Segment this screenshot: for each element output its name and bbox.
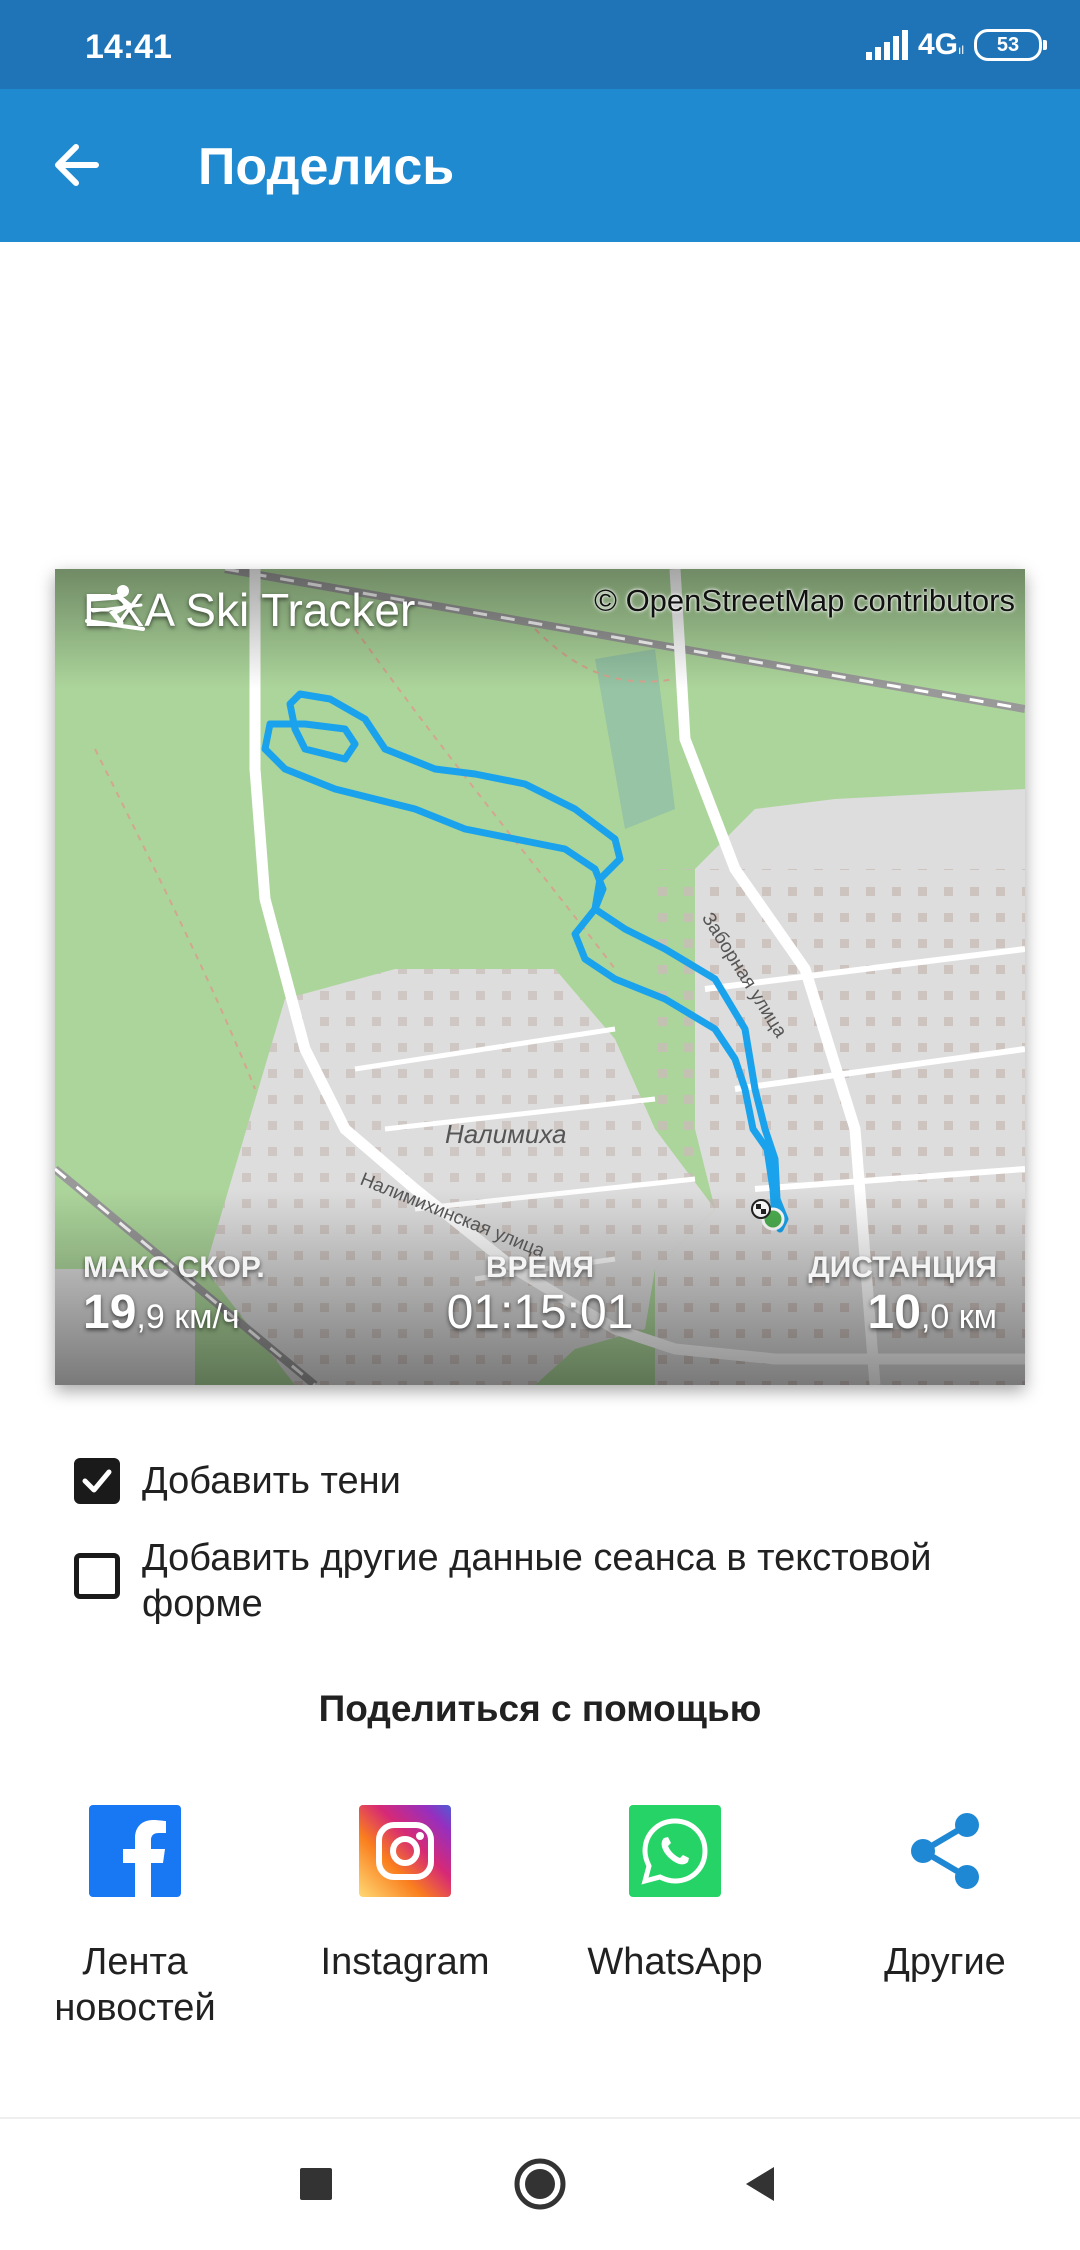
share-section-title: Поделиться с помощью xyxy=(318,1688,762,1729)
share-other-button[interactable]: Другие xyxy=(810,1805,1080,2031)
arrow-left-icon xyxy=(55,144,99,186)
back-nav-button[interactable] xyxy=(725,2149,795,2219)
checkmark-icon xyxy=(82,1469,112,1493)
share-icon xyxy=(899,1805,991,1897)
option-label: Добавить тени xyxy=(142,1460,401,1502)
back-button[interactable] xyxy=(46,135,106,195)
stat-value: 10,0 км xyxy=(867,1286,997,1339)
home-button[interactable] xyxy=(505,2149,575,2219)
page-title: Поделись xyxy=(198,138,455,196)
battery-level: 53 xyxy=(996,33,1020,56)
share-whatsapp-button[interactable]: WhatsApp xyxy=(540,1805,810,2031)
share-targets: Лента новостей Instagram WhatsApp Другие xyxy=(0,1805,1080,2031)
skier-icon xyxy=(85,585,145,631)
stat-time: ВРЕМЯ 01:15:01 xyxy=(445,1251,635,1340)
status-bar: 14:41 4Gıl 53 xyxy=(0,0,1080,89)
whatsapp-icon xyxy=(629,1805,721,1897)
share-target-label: WhatsApp xyxy=(587,1941,763,1983)
home-circle-icon xyxy=(514,2158,566,2210)
app-bar: Поделись xyxy=(0,89,1080,242)
share-preview-card: Налимиха Налимихинская улица Заборная ул… xyxy=(55,569,1025,1385)
option-add-shadows[interactable]: Добавить тени xyxy=(74,1458,1012,1504)
facebook-icon xyxy=(89,1805,181,1897)
square-icon xyxy=(300,2168,332,2200)
map-label-village: Налимиха xyxy=(445,1119,567,1149)
status-time: 14:41 xyxy=(85,28,172,66)
share-target-label: Instagram xyxy=(320,1941,490,1983)
stat-value: 19,9 км/ч xyxy=(83,1286,240,1339)
stat-value: 01:15:01 xyxy=(446,1286,634,1339)
recents-button[interactable] xyxy=(281,2149,351,2219)
system-nav-bar xyxy=(0,2117,1080,2250)
stat-label: ВРЕМЯ xyxy=(485,1251,595,1284)
battery-icon: 53 xyxy=(974,29,1047,61)
share-instagram-button[interactable]: Instagram xyxy=(270,1805,540,2031)
share-target-label: Лента новостей xyxy=(54,1941,216,2029)
checkbox-checked[interactable] xyxy=(74,1458,120,1504)
stat-label: МАКС СКОР. xyxy=(83,1251,265,1284)
checkbox-unchecked[interactable] xyxy=(74,1553,120,1599)
signal-icon xyxy=(865,30,908,60)
brand-logo: EXA Ski Tracker xyxy=(83,583,415,637)
share-target-label: Другие xyxy=(884,1941,1006,1983)
stat-distance: ДИСТАНЦИЯ 10,0 км xyxy=(808,1251,997,1340)
triangle-back-icon xyxy=(746,2167,774,2201)
stat-label: ДИСТАНЦИЯ xyxy=(808,1251,997,1284)
map-attribution: © OpenStreetMap contributors xyxy=(594,583,1015,618)
share-facebook-button[interactable]: Лента новостей xyxy=(0,1805,270,2031)
instagram-icon xyxy=(359,1805,451,1897)
stat-max-speed: МАКС СКОР. 19,9 км/ч xyxy=(83,1251,265,1340)
option-label: Добавить другие данные сеанса в текстово… xyxy=(142,1537,932,1625)
network-type: 4Gıl xyxy=(917,28,964,61)
option-add-text-data[interactable]: Добавить другие данные сеанса в текстово… xyxy=(74,1535,1012,1627)
status-indicators: 4Gıl 53 xyxy=(865,28,1047,62)
